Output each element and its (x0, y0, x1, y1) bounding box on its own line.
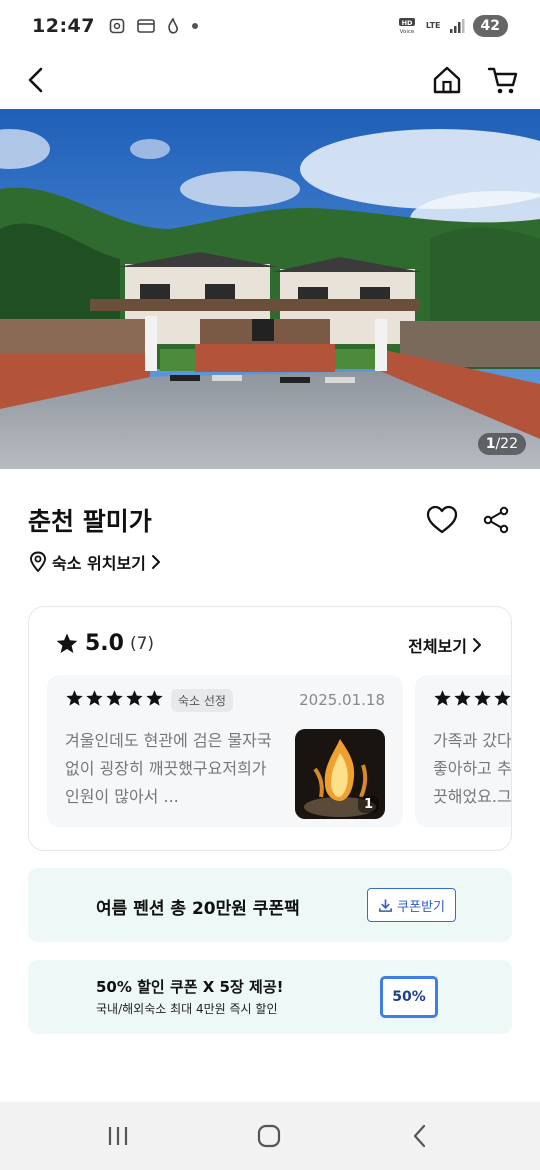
discount-coupon-subtitle: 국내/해외숙소 최대 4만원 즉시 할인 (96, 1002, 278, 1016)
review-stars (433, 689, 511, 708)
location-pin-icon (30, 551, 46, 572)
review-card: 5.0 (7) 전체보기 숙소 선정 2025.01.18 겨울인데도 현관에 … (28, 606, 512, 851)
review-item[interactable]: 가족과 갔다 좋아하고 추 끗해었요.그 (415, 675, 512, 827)
review-text: 겨울인데도 현관에 검은 물자국 없이 굉장히 깨끗했구요저희가 인원이 많아서… (65, 731, 272, 806)
status-right-icons: HD Voice LTE 42 (398, 15, 508, 37)
get-coupon-button[interactable]: 쿠폰받기 (367, 888, 456, 922)
discount-coupon-title: 50% 할인 쿠폰 X 5장 제공! (96, 978, 284, 996)
review-stars (65, 689, 164, 708)
hero-photo (0, 109, 540, 469)
review-photo[interactable]: 1 (295, 729, 385, 819)
star-icon (66, 690, 83, 706)
home-icon (433, 66, 461, 94)
battery-level: 42 (472, 15, 508, 37)
dot-icon (191, 23, 198, 29)
star-icon (106, 690, 123, 706)
review-date: 2025.01.18 (299, 691, 385, 709)
hero-image[interactable]: 1/22 (0, 109, 540, 469)
coupon-pack-banner[interactable]: 여름 펜션 총 20만원 쿠폰팩 쿠폰받기 (28, 868, 512, 942)
home-button[interactable] (425, 58, 469, 102)
back-icon (413, 1124, 426, 1148)
wallet-icon (137, 19, 155, 33)
star-icon (56, 633, 78, 653)
top-navigation (0, 52, 540, 108)
wishlist-button[interactable] (422, 500, 462, 540)
listing-title: 춘천 팔미가 (28, 507, 152, 536)
svg-text:Voice: Voice (399, 29, 414, 35)
cart-button[interactable] (481, 58, 525, 102)
rating-count: (7) (129, 633, 155, 654)
share-button[interactable] (476, 500, 516, 540)
review-text: 가족과 갔다 좋아하고 추 끗해었요.그 (433, 731, 512, 806)
image-counter-total: /22 (495, 436, 518, 452)
coupon-ticket-icon: 50% (380, 976, 438, 1018)
download-icon (379, 898, 393, 912)
chevron-right-icon (473, 638, 481, 652)
lte-label: LTE (425, 21, 441, 30)
star-icon (126, 690, 143, 706)
back-button[interactable] (14, 58, 58, 102)
image-counter: 1/22 (477, 433, 526, 455)
chevron-right-icon (151, 555, 160, 569)
signal-icon (449, 19, 465, 33)
cart-icon (487, 67, 518, 94)
coupon-tag-label: 50% (392, 989, 426, 1005)
review-item[interactable]: 숙소 선정 2025.01.18 겨울인데도 현관에 검은 물자국 없이 굉장히… (47, 675, 403, 827)
drop-icon (168, 18, 178, 34)
see-all-reviews-button[interactable]: 전체보기 (408, 633, 483, 657)
review-badge: 숙소 선정 (171, 689, 233, 712)
share-icon (483, 506, 509, 534)
back-system-button[interactable] (390, 1116, 450, 1156)
system-navigation-bar (0, 1102, 540, 1170)
status-bar: 12:47 HD Voice LTE 42 (0, 0, 540, 52)
coupon-pack-title: 여름 펜션 총 20만원 쿠폰팩 (96, 899, 300, 919)
star-icon (146, 690, 163, 706)
discount-coupon-banner[interactable]: 50% 할인 쿠폰 X 5장 제공! 국내/해외숙소 최대 4만원 즉시 할인 … (28, 960, 512, 1034)
recent-apps-button[interactable] (88, 1116, 148, 1156)
location-link[interactable]: 숙소 위치보기 (28, 550, 162, 574)
status-time: 12:47 (32, 15, 95, 37)
chevron-left-icon (28, 67, 43, 93)
get-coupon-label: 쿠폰받기 (397, 899, 445, 915)
hd-voice-icon: HD Voice (398, 18, 415, 35)
location-link-label: 숙소 위치보기 (52, 554, 146, 573)
recent-apps-icon (108, 1127, 128, 1145)
title-actions (422, 500, 516, 540)
screenshot-icon (109, 18, 125, 34)
svg-text:HD: HD (401, 19, 412, 27)
star-icon (86, 690, 103, 706)
home-system-button[interactable] (239, 1116, 299, 1156)
image-counter-current: 1 (485, 436, 496, 452)
home-circle-icon (257, 1124, 281, 1148)
heart-icon (426, 505, 458, 534)
photo-count: 1 (357, 796, 379, 813)
star-icon (494, 690, 511, 706)
star-icon (474, 690, 491, 706)
star-icon (454, 690, 471, 706)
see-all-label: 전체보기 (408, 637, 467, 656)
rating-score: 5.0 (85, 631, 124, 656)
rating-summary: 5.0 (7) (55, 631, 154, 656)
status-notification-icons (109, 18, 199, 34)
star-icon (434, 690, 451, 706)
